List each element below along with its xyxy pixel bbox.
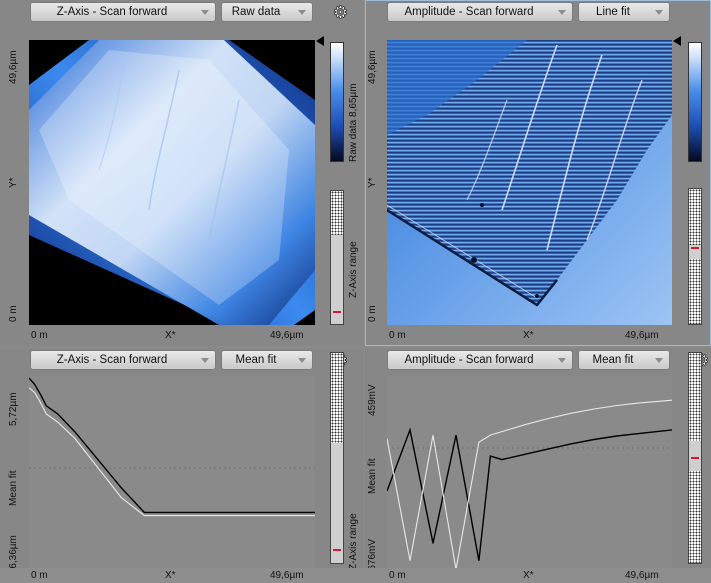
x-axis-right-tick: 49,6µm xyxy=(270,570,304,581)
chevron-down-icon xyxy=(655,10,663,15)
range-marker[interactable] xyxy=(691,457,699,459)
x-axis-label: X* xyxy=(523,570,534,581)
range-hatch-top xyxy=(689,353,701,441)
x-axis-right-tick: 49,6µm xyxy=(270,330,304,341)
mode-dropdown-label: Mean fit xyxy=(235,354,277,366)
range-marker[interactable] xyxy=(333,549,341,551)
mode-dropdown[interactable]: Raw data xyxy=(221,2,313,22)
amplitude-image[interactable] xyxy=(387,40,672,325)
x-axis-left-tick: 0 m xyxy=(389,570,406,581)
range-label: Z-Axis range xyxy=(348,241,359,298)
range-marker[interactable] xyxy=(691,247,699,249)
x-axis-left-tick: 0 m xyxy=(31,570,48,581)
mode-dropdown[interactable]: Mean fit xyxy=(221,350,313,370)
chevron-down-icon xyxy=(201,10,209,15)
colorbar[interactable] xyxy=(688,42,702,162)
mode-dropdown-label: Mean fit xyxy=(592,354,634,366)
z-axis-image[interactable] xyxy=(29,40,315,325)
chevron-down-icon xyxy=(298,358,306,363)
plot-background xyxy=(29,376,315,574)
channel-dropdown-label: Amplitude - Scan forward xyxy=(404,354,534,366)
range-hatch-top xyxy=(331,191,343,235)
chevron-down-icon xyxy=(655,358,663,363)
x-axis-right-tick: 49,6µm xyxy=(625,570,659,581)
colorbar-pointer-icon[interactable] xyxy=(673,36,681,46)
chevron-down-icon xyxy=(558,358,566,363)
chevron-down-icon xyxy=(298,10,306,15)
amplitude-profile-chart xyxy=(386,376,673,574)
y-axis-label: Mean fit xyxy=(8,470,19,506)
y-axis-label: Y* xyxy=(8,177,19,188)
colorbar[interactable] xyxy=(330,42,344,162)
y-axis-top-tick: 5,72µm xyxy=(8,392,19,426)
mode-dropdown-label: Line fit xyxy=(596,6,630,18)
panel-bottom-left: Z-Axis - Scan forward Mean fit ⚙ 5,72µm … xyxy=(0,348,363,583)
panel-top-left: Z-Axis - Scan forward Raw data ⚙ 49,6µm … xyxy=(0,0,363,346)
colorbar-pointer-icon[interactable] xyxy=(316,36,324,46)
y-axis-top-tick: 49,6µm xyxy=(8,50,19,84)
z-profile-plot[interactable] xyxy=(28,376,315,574)
y-axis-top-tick: 49,6µm xyxy=(367,50,378,84)
z-axis-heightmap xyxy=(29,40,315,325)
channel-dropdown[interactable]: Z-Axis - Scan forward xyxy=(30,350,216,370)
panel-bottom-right: Amplitude - Scan forward Mean fit ⚙ 459m… xyxy=(365,348,711,583)
gear-icon[interactable]: ⚙ xyxy=(331,3,350,23)
y-axis-label: Y* xyxy=(367,177,378,188)
colorbar-label: Raw data 8,65µm xyxy=(348,83,359,162)
range-slider[interactable] xyxy=(688,352,702,564)
amplitude-profile-plot[interactable] xyxy=(386,376,673,574)
x-axis-right-tick: 49,6µm xyxy=(625,330,659,341)
plot-background xyxy=(387,376,672,574)
channel-dropdown[interactable]: Z-Axis - Scan forward xyxy=(30,2,216,22)
range-slider[interactable] xyxy=(330,352,344,564)
mode-dropdown[interactable]: Mean fit xyxy=(578,350,670,370)
range-marker[interactable] xyxy=(333,311,341,313)
y-axis-top-tick: 459mV xyxy=(367,384,378,416)
x-axis-left-tick: 0 m xyxy=(389,330,406,341)
channel-dropdown-label: Amplitude - Scan forward xyxy=(404,6,534,18)
y-axis-label: Mean fit xyxy=(367,458,378,494)
amplitude-map xyxy=(387,40,672,325)
chevron-down-icon xyxy=(558,10,566,15)
range-hatch-bottom xyxy=(689,471,701,563)
chevron-down-icon xyxy=(201,358,209,363)
mode-dropdown[interactable]: Line fit xyxy=(578,2,670,22)
y-axis-bottom-tick: 0 m xyxy=(367,305,378,322)
y-axis-bottom-tick: -6,36µm xyxy=(8,535,19,572)
z-profile-chart xyxy=(28,376,315,574)
x-axis-label: X* xyxy=(523,330,534,341)
range-hatch-top xyxy=(331,353,343,443)
channel-dropdown-label: Z-Axis - Scan forward xyxy=(56,354,168,366)
panel-top-right: Amplitude - Scan forward Line fit 49,6µm… xyxy=(365,0,711,346)
channel-dropdown[interactable]: Amplitude - Scan forward xyxy=(387,2,573,22)
channel-dropdown[interactable]: Amplitude - Scan forward xyxy=(387,350,573,370)
range-hatch-bottom xyxy=(689,259,701,324)
mode-dropdown-label: Raw data xyxy=(231,6,281,18)
channel-dropdown-label: Z-Axis - Scan forward xyxy=(56,6,168,18)
y-axis-bottom-tick: 0 m xyxy=(8,305,19,322)
bottom-axis-strip: 0 m X* 49,6µm 0 m X* 49,6µm xyxy=(0,568,711,583)
range-hatch-top xyxy=(689,189,701,245)
range-label: Z-Axis range xyxy=(348,513,359,570)
x-axis-label: X* xyxy=(165,330,176,341)
range-slider[interactable] xyxy=(330,190,344,325)
range-slider[interactable] xyxy=(688,188,702,325)
x-axis-label: X* xyxy=(165,570,176,581)
x-axis-left-tick: 0 m xyxy=(31,330,48,341)
